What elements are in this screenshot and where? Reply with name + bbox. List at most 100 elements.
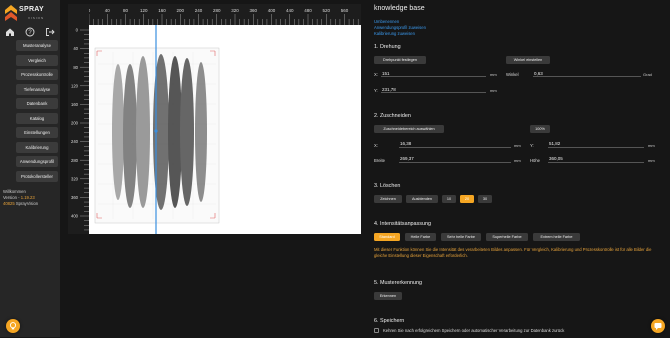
vertical-ruler-scale: 0 40 80 120 160 200 240 280 320 360 400 xyxy=(71,28,89,231)
rot-x-field[interactable] xyxy=(381,68,486,77)
chat-icon xyxy=(654,323,662,330)
section-intensity-title: 4. Intensitätsanpassung xyxy=(374,221,431,227)
angle-label: Winkel xyxy=(506,72,519,77)
intensity-extreme-light-button[interactable]: Extrem helle Farbe xyxy=(533,233,580,241)
h-ruler-label: 240 xyxy=(195,8,203,13)
crop-y-field[interactable] xyxy=(548,139,644,148)
detect-button[interactable]: Erkennen xyxy=(374,292,402,300)
rot-x-unit: mm xyxy=(490,72,497,77)
brush-size-30-button[interactable]: 30 xyxy=(478,195,492,203)
angle-value: 0,63 xyxy=(534,71,543,76)
crop-x-label: X: xyxy=(374,143,378,148)
v-ruler-label: 40 xyxy=(73,46,78,51)
set-pivot-button[interactable]: Drehpunkt festlegen xyxy=(374,56,426,64)
v-ruler-label: 0 xyxy=(76,28,79,33)
vertical-ruler: 0 40 80 120 160 200 240 280 320 360 400 xyxy=(68,4,89,234)
sidebar-item-musteranalyse[interactable]: Musteranalyse xyxy=(16,40,58,51)
spray-logo-icon xyxy=(5,5,17,21)
crop-y-label: Y: xyxy=(530,143,534,148)
return-to-database-label: Kehren Sie nach erfolgreichem Speichern … xyxy=(383,328,565,333)
select-crop-area-button[interactable]: Zuschneidebereich auswählen xyxy=(374,125,444,133)
rot-y-unit: mm xyxy=(490,88,497,93)
page-title: knowledge base xyxy=(374,5,425,12)
angle-field[interactable] xyxy=(533,68,641,77)
return-to-database-checkbox[interactable] xyxy=(374,328,379,333)
set-angle-button[interactable]: Winkel einstellen xyxy=(506,56,550,64)
h-ruler-label: 480 xyxy=(304,8,312,13)
sidebar-item-vergleich[interactable]: Vergleich xyxy=(16,55,58,66)
draw-button[interactable]: Zeichnen xyxy=(374,195,402,203)
assign-profile-link[interactable]: Anwendungsprofil zuweisen xyxy=(374,25,426,30)
crop-width-unit: mm xyxy=(514,158,521,163)
sidebar-item-katalog[interactable]: Katalog xyxy=(16,113,58,124)
h-ruler-label: 280 xyxy=(213,8,221,13)
sidebar-item-prozesskontrolle[interactable]: Prozesskontrolle xyxy=(16,69,58,80)
section-delete-title: 3. Löschen xyxy=(374,183,401,189)
assign-calibration-link[interactable]: Kalibrierung zuweisen xyxy=(374,31,415,36)
device-name: SprayVision xyxy=(15,201,39,206)
settings-panel: knowledge base Umbenennen Anwendungsprof… xyxy=(368,0,670,337)
version-label: Version - xyxy=(3,195,20,200)
h-ruler-label: 440 xyxy=(286,8,294,13)
help-fab[interactable] xyxy=(6,319,20,333)
intensity-very-light-button[interactable]: Sehr helle Farbe xyxy=(441,233,481,241)
crop-height-label: Höhe xyxy=(530,158,541,163)
v-ruler-label: 360 xyxy=(71,195,79,200)
sidebar-item-kalibrierung[interactable]: Kalibrierung xyxy=(16,142,58,153)
v-ruler-label: 400 xyxy=(71,214,79,219)
horizontal-ruler: 0 40 80 120 160 200 240 280 320 360 400 440 480 520 56… xyxy=(68,4,361,25)
sidebar-item-einstellungen[interactable]: Einstellungen xyxy=(16,127,58,138)
h-ruler-label: 80 xyxy=(123,8,129,13)
chat-fab[interactable] xyxy=(651,319,665,333)
brush-size-10-button[interactable]: 10 xyxy=(442,195,456,203)
rot-y-value: 231,78 xyxy=(382,87,396,92)
sidebar: SPRAY VISION ? Musteranalyse Vergleich P… xyxy=(0,0,60,337)
intensity-standard-button[interactable]: Standard xyxy=(374,233,400,241)
section-crop-title: 2. Zuschneiden xyxy=(374,113,411,119)
hide-button[interactable]: Ausblenden xyxy=(406,195,438,203)
brush-size-20-button[interactable]: 20 xyxy=(460,195,474,203)
sidebar-item-protokollersteller[interactable]: Protokollersteller xyxy=(16,171,58,182)
intensity-light-button[interactable]: Helle Farbe xyxy=(405,233,436,241)
h-ruler-label: 120 xyxy=(140,8,148,13)
h-ruler-label: 560 xyxy=(341,8,349,13)
crop-x-unit: mm xyxy=(514,143,521,148)
crop-width-label: Breite xyxy=(374,158,385,163)
device-line: 40825 SprayVision xyxy=(3,201,38,207)
crop-height-value: 360,05 xyxy=(549,156,563,161)
v-ruler-label: 280 xyxy=(71,158,79,163)
sidebar-item-anwendungsprofil[interactable]: Anwendungsprofil xyxy=(16,156,58,167)
rename-link[interactable]: Umbenennen xyxy=(374,19,399,24)
v-ruler-label: 240 xyxy=(71,139,79,144)
crop-width-value: 269,37 xyxy=(400,156,414,161)
home-icon[interactable] xyxy=(4,26,16,38)
intensity-super-light-button[interactable]: Superhelle Farbe xyxy=(486,233,528,241)
h-ruler-label: 320 xyxy=(231,8,239,13)
v-ruler-label: 160 xyxy=(71,102,79,107)
version-number: 1.19.23 xyxy=(20,195,35,200)
crop-x-value: 16,38 xyxy=(400,141,412,146)
rot-y-field[interactable] xyxy=(381,84,486,93)
sidebar-item-tiefenanalyse[interactable]: Tiefenanalyse xyxy=(16,84,58,95)
spray-vision-logo[interactable]: SPRAY VISION xyxy=(4,4,58,24)
rot-x-value: 151 xyxy=(382,71,390,76)
sidebar-item-datenbank[interactable]: Datenbank xyxy=(16,98,58,109)
h-ruler-label: 200 xyxy=(176,8,184,13)
crop-x-field[interactable] xyxy=(399,139,511,148)
spray-pattern-image[interactable] xyxy=(68,4,361,234)
rot-y-label: Y: xyxy=(374,88,378,93)
rot-x-label: X: xyxy=(374,72,378,77)
lightbulb-icon xyxy=(9,322,17,330)
logo-text: SPRAY xyxy=(19,6,44,13)
image-canvas[interactable] xyxy=(68,4,361,234)
section-rotation-title: 1. Drehung xyxy=(374,44,401,50)
zoom-100-button[interactable]: 100% xyxy=(530,125,550,133)
v-ruler-label: 80 xyxy=(73,65,78,70)
crop-y-unit: mm xyxy=(648,143,655,148)
section-save-title: 6. Speichern xyxy=(374,318,405,324)
logout-icon[interactable] xyxy=(44,26,56,38)
section-pattern-title: 5. Mustererkennung xyxy=(374,280,422,286)
top-icons: ? xyxy=(0,26,60,38)
help-icon[interactable]: ? xyxy=(24,26,36,38)
crop-width-field[interactable] xyxy=(399,154,511,163)
